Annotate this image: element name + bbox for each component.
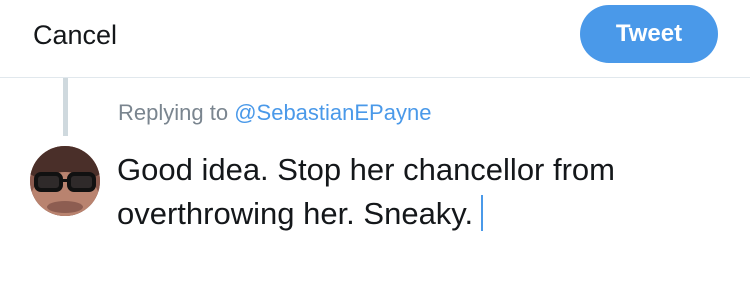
- replying-to-prefix: Replying to: [118, 100, 229, 125]
- replying-to-label: Replying to @SebastianEPayne: [118, 99, 431, 127]
- reply-mention-link[interactable]: @SebastianEPayne: [234, 100, 431, 125]
- compose-header: Cancel Tweet: [0, 0, 750, 78]
- avatar: [30, 146, 100, 216]
- compose-text-content: Good idea. Stop her chancellor from over…: [117, 152, 615, 231]
- tweet-compose-input[interactable]: Good idea. Stop her chancellor from over…: [117, 148, 727, 236]
- cancel-button[interactable]: Cancel: [33, 18, 117, 52]
- tweet-button[interactable]: Tweet: [580, 5, 718, 63]
- text-cursor: [481, 195, 484, 231]
- user-avatar-image: [30, 146, 100, 216]
- thread-connector-line: [63, 78, 68, 136]
